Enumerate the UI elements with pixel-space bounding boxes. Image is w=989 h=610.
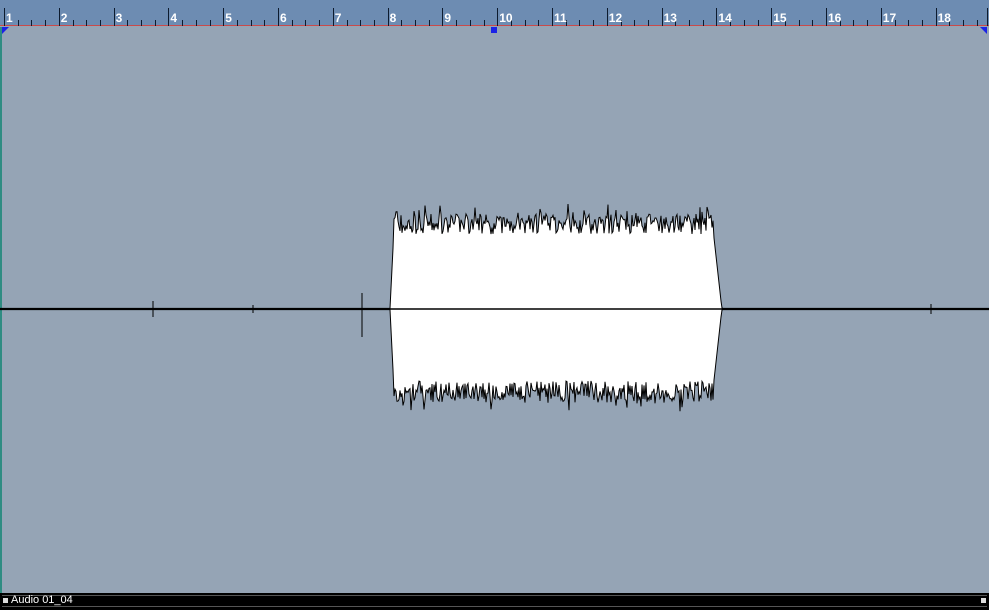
ruler-beat-tick <box>209 20 211 26</box>
ruler-beat-tick <box>182 20 184 26</box>
ruler-bar-tick <box>278 8 279 26</box>
ruler-bar-tick <box>387 8 389 26</box>
clip-bar-track <box>2 595 987 607</box>
ruler-bar-number: 16 <box>828 11 842 25</box>
ruler-beat-tick <box>647 20 649 26</box>
ruler-bar-tick <box>4 8 5 26</box>
ruler-beat-tick <box>415 20 416 26</box>
ruler-bar-number: 1 <box>6 11 13 25</box>
ruler-bar-tick <box>223 8 225 26</box>
waveform-shape <box>0 203 989 412</box>
ruler-beat-tick <box>154 20 156 26</box>
ruler-beat-tick <box>99 20 101 26</box>
ruler-beat-tick <box>634 20 636 26</box>
ruler-bar-tick <box>826 8 827 26</box>
ruler-bar-number: 4 <box>170 11 178 25</box>
ruler-beat-tick <box>743 20 745 26</box>
ruler-beat-tick <box>127 20 129 26</box>
clip-name-label: Audio 01_04 <box>11 594 73 606</box>
ruler-bar-number: 6 <box>280 11 287 25</box>
ruler-beat-tick <box>319 20 321 26</box>
ruler-bar-number: 2 <box>60 11 68 25</box>
ruler-bar-number: 18 <box>937 11 951 25</box>
ruler-beat-tick <box>963 20 964 26</box>
ruler-beat-tick <box>908 20 910 26</box>
ruler-beat-tick <box>456 20 458 26</box>
ruler-bar-number: 3 <box>115 11 123 25</box>
ruler-beat-tick <box>346 20 348 26</box>
ruler-bar-number: 8 <box>389 11 397 25</box>
ruler-bar-tick <box>661 8 663 26</box>
ruler-beat-tick <box>538 20 540 26</box>
ruler-beat-tick <box>31 20 33 26</box>
ruler-bar-tick <box>332 8 334 26</box>
ruler-beat-tick <box>86 20 88 26</box>
ruler-beat-tick <box>579 20 581 26</box>
ruler-beat-tick <box>812 20 814 26</box>
ruler-bar-tick <box>58 8 60 26</box>
ruler-bar-tick <box>606 8 608 26</box>
ruler-bar-number: 9 <box>444 11 452 25</box>
ruler-beat-tick <box>236 20 238 26</box>
ruler-bar-tick <box>113 8 115 26</box>
ruler-beat-tick <box>17 20 19 26</box>
ruler-beat-tick <box>593 20 595 26</box>
ruler-beat-tick <box>360 20 362 26</box>
ruler-bar-number: 13 <box>663 11 677 25</box>
ruler-beat-tick <box>867 20 869 26</box>
ruler-beat-tick <box>757 20 759 26</box>
ruler-beat-tick <box>921 20 923 26</box>
ruler-beat-tick <box>798 20 800 26</box>
ruler-bar-number: 10 <box>499 11 513 25</box>
ruler-beat-tick <box>141 20 142 26</box>
ruler-beat-tick <box>401 20 403 26</box>
ruler-beat-tick <box>373 20 375 26</box>
ruler-beat-tick <box>853 20 855 26</box>
ruler-bar-tick <box>497 8 499 26</box>
ruler-beat-tick <box>428 20 430 26</box>
ruler-beat-tick <box>72 20 74 26</box>
ruler-bar-number: 11 <box>554 11 567 25</box>
ruler-beat-tick <box>45 20 47 26</box>
timeline-ruler[interactable]: 1 2 3 4 5 6 7 8 9 10 11 12 13 14 15 16 17 18 <box>0 0 989 26</box>
ruler-beat-tick <box>195 20 197 26</box>
ruler-beat-tick <box>483 20 485 26</box>
ruler-beat-tick <box>264 20 266 26</box>
waveform-display[interactable] <box>0 27 989 594</box>
ruler-bar-number: 15 <box>773 11 787 25</box>
ruler-bar-tick <box>552 8 553 26</box>
ruler-bar-tick <box>987 8 988 26</box>
ruler-beat-tick <box>469 20 471 26</box>
ruler-beat-tick <box>305 20 307 26</box>
ruler-beat-tick <box>702 20 704 26</box>
ruler-beat-tick <box>976 20 978 26</box>
audio-waveform <box>0 203 989 412</box>
ruler-bar-number: 5 <box>225 11 232 25</box>
ruler-bar-tick <box>880 8 882 26</box>
ruler-bar-tick <box>771 8 773 26</box>
clip-start-handle[interactable] <box>3 598 8 603</box>
ruler-bar-number: 17 <box>882 11 897 25</box>
clip-end-handle[interactable] <box>981 598 986 603</box>
ruler-bar-number: 7 <box>334 11 342 25</box>
ruler-bar-tick <box>716 8 718 26</box>
ruler-beat-tick <box>250 20 252 26</box>
ruler-beat-tick <box>689 20 690 26</box>
clip-bar[interactable]: Audio 01_04 <box>0 593 989 610</box>
ruler-bar-number: 14 <box>718 11 732 25</box>
ruler-beat-tick <box>524 20 526 26</box>
ruler-bar-tick <box>168 8 170 26</box>
ruler-bar-tick <box>935 8 937 26</box>
ruler-bar-number: 12 <box>608 11 623 25</box>
ruler-bar-tick <box>442 8 444 26</box>
ruler-beat-tick <box>291 20 293 26</box>
